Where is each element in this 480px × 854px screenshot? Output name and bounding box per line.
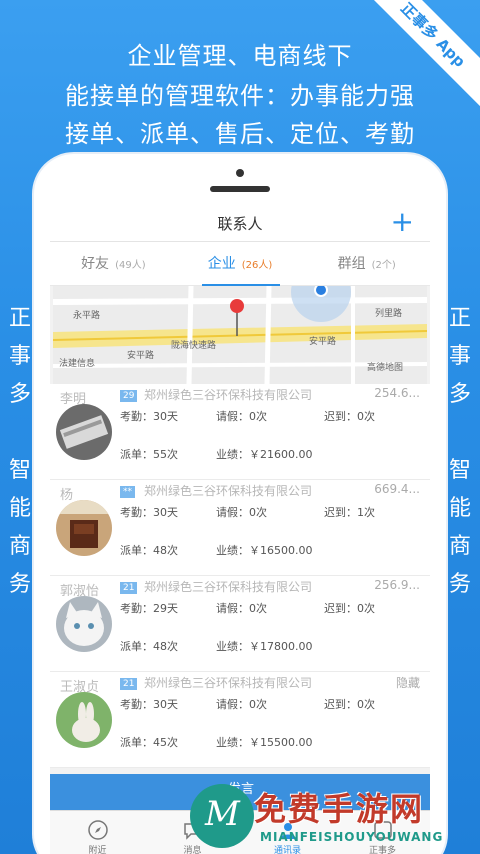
map-label: 法建信息 — [59, 357, 95, 369]
avatar[interactable] — [56, 692, 112, 748]
dispatch-count: 派单：48次 — [120, 544, 178, 557]
tab-groups[interactable]: 群组 (2个) — [303, 242, 430, 285]
watermark-title: 免费手游网 — [254, 790, 425, 828]
watermark: M 免费手游网 MIANFEISHOUYOUWANG — [190, 778, 480, 854]
late-count: 迟到：0次 — [324, 698, 375, 711]
watermark-subtitle: MIANFEISHOUYOUWANG — [260, 830, 444, 844]
distance: 隐藏 — [395, 676, 420, 690]
distance: 256.9... — [374, 578, 420, 592]
leave-count: 请假：0次 — [216, 698, 267, 711]
map-label: 安平路 — [309, 335, 336, 347]
headline-3: 接单、派单、售后、定位、考勤 — [65, 120, 415, 148]
dispatch-count: 派单：48次 — [120, 640, 178, 653]
performance: 业绩：￥17800.00 — [216, 640, 313, 653]
distance: 669.4... — [374, 482, 420, 496]
map-label: 永平路 — [73, 309, 100, 321]
distance: 254.6... — [374, 386, 420, 400]
attendance: 考勤：29天 — [120, 602, 178, 615]
map-label: 列里路 — [375, 307, 402, 319]
level-badge: 29 — [120, 390, 138, 402]
late-count: 迟到：0次 — [324, 410, 375, 423]
dispatch-count: 派单：45次 — [120, 736, 178, 749]
leave-count: 请假：0次 — [216, 506, 267, 519]
list-item[interactable]: 郭淑怡 21 郑州绿色三谷环保科技有限公司 256.9... 考勤：29天 请假… — [50, 576, 430, 672]
list-item[interactable]: 杨 ** 郑州绿色三谷环保科技有限公司 669.4... 考勤：30天 请假：0… — [50, 480, 430, 576]
headline-2: 能接单的管理软件：办事能力强 — [65, 82, 415, 110]
avatar[interactable] — [56, 596, 112, 652]
tab-friends[interactable]: 好友 (49人) — [50, 242, 177, 285]
tab-company[interactable]: 企业 (26人) — [177, 242, 304, 285]
late-count: 迟到：0次 — [324, 602, 375, 615]
company-name: 郑州绿色三谷环保科技有限公司 — [144, 580, 313, 594]
attendance: 考勤：30天 — [120, 698, 178, 711]
late-count: 迟到：1次 — [324, 506, 375, 519]
avatar[interactable] — [56, 404, 112, 460]
company-name: 郑州绿色三谷环保科技有限公司 — [144, 676, 313, 690]
attendance: 考勤：30天 — [120, 410, 178, 423]
map-label: 安平路 — [127, 349, 154, 361]
company-name: 郑州绿色三谷环保科技有限公司 — [144, 484, 313, 498]
contact-name: 杨 — [60, 488, 74, 503]
attendance: 考勤：30天 — [120, 506, 178, 519]
phone-speaker — [210, 186, 270, 192]
map-label: 高德地图 — [367, 361, 403, 373]
phone-camera — [236, 169, 244, 177]
leave-count: 请假：0次 — [216, 410, 267, 423]
plus-icon[interactable]: + — [391, 206, 414, 238]
performance: 业绩：￥16500.00 — [216, 544, 313, 557]
contact-list: 李明 29 郑州绿色三谷环保科技有限公司 254.6... 考勤：30天 请假：… — [50, 384, 430, 768]
page-title: 联系人 — [217, 215, 263, 233]
map-label: 陇海快速路 — [171, 339, 216, 351]
dispatch-count: 派单：55次 — [120, 448, 178, 461]
performance: 业绩：￥15500.00 — [216, 736, 313, 749]
company-name: 郑州绿色三谷环保科技有限公司 — [144, 388, 313, 402]
leave-count: 请假：0次 — [216, 602, 267, 615]
tab-nearby[interactable]: 附近 — [50, 811, 145, 854]
list-item[interactable]: 李明 29 郑州绿色三谷环保科技有限公司 254.6... 考勤：30天 请假：… — [50, 384, 430, 480]
headline-1: 企业管理、电商线下 — [127, 42, 353, 70]
contact-tabs: 好友 (49人) 企业 (26人) 群组 (2个) — [50, 242, 430, 286]
avatar[interactable] — [56, 500, 112, 556]
watermark-logo: M — [190, 784, 254, 848]
location-map[interactable]: 永平路 安平路 陇海快速路 安平路 法建信息 高德地图 列里路 — [53, 286, 427, 384]
level-badge: ** — [120, 486, 135, 498]
compass-icon — [87, 820, 108, 840]
list-item[interactable]: 王淑贞 21 郑州绿色三谷环保科技有限公司 隐藏 考勤：30天 请假：0次 迟到… — [50, 672, 430, 768]
nav-bar: 联系人 + — [50, 206, 430, 242]
level-badge: 21 — [120, 582, 138, 594]
side-text-right: 正事多 智能商务 — [448, 306, 471, 597]
performance: 业绩：￥21600.00 — [216, 448, 313, 461]
map-canvas: 永平路 安平路 陇海快速路 安平路 法建信息 高德地图 列里路 — [53, 286, 427, 384]
level-badge: 21 — [120, 678, 138, 690]
app-screen: 联系人 + 好友 (49人) 企业 (26人) 群组 (2个) 永平路 安平路 … — [50, 206, 430, 854]
